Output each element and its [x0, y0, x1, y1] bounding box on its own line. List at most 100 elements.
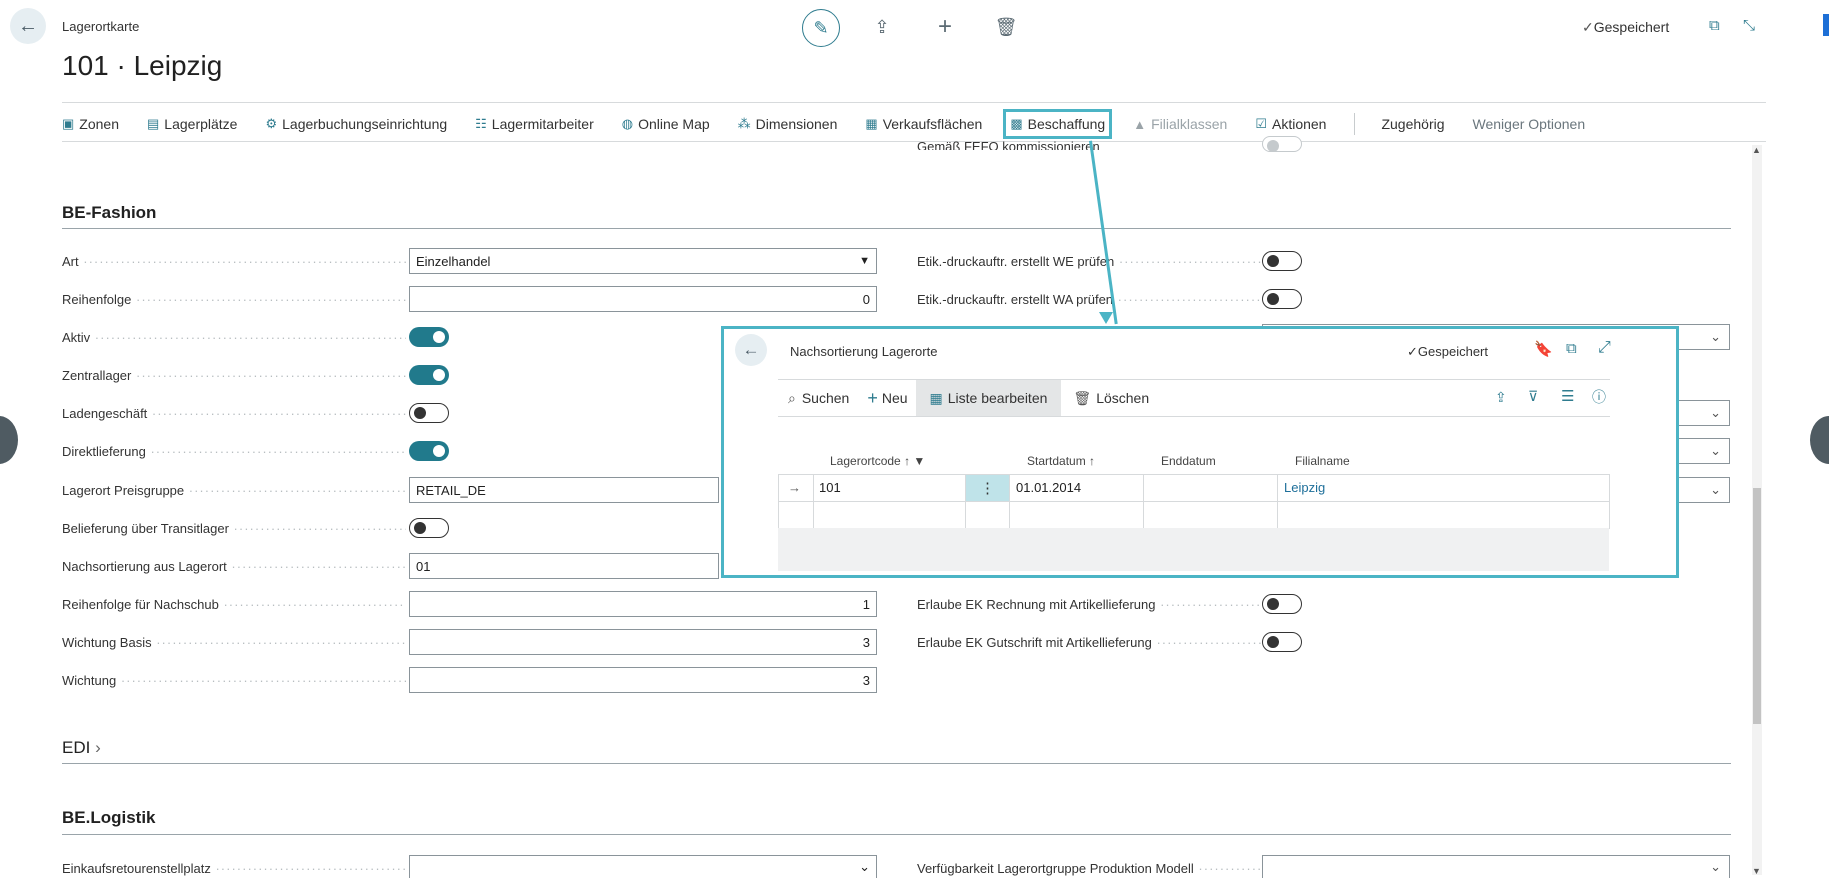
label-wichtung-basis: Wichtung Basis — [62, 635, 406, 650]
sales-area-icon: ▦ — [865, 116, 878, 131]
collapse-button[interactable]: ⤡ — [1743, 17, 1755, 34]
popup-nachsortierung: ← Nachsortierung Lagerorte ✓Gespeichert … — [721, 326, 1679, 578]
open-new-window-button[interactable]: ⧉ — [1709, 17, 1720, 34]
action-lagermitarbeiter[interactable]: ☷ Lagermitarbeiter — [475, 116, 594, 132]
info-icon: ⓘ — [1592, 389, 1606, 405]
direktlieferung-toggle[interactable] — [409, 441, 449, 461]
dimensions-icon: ⁂ — [737, 116, 751, 131]
arrow-left-icon: ← — [742, 340, 760, 359]
ek-gutschrift-toggle[interactable] — [1262, 632, 1302, 652]
column-header-code[interactable]: Lagerortcode ↑ ▼ — [830, 454, 925, 468]
etik-wa-toggle[interactable] — [1262, 289, 1302, 309]
info-button[interactable]: ⓘ — [1592, 387, 1606, 407]
filter-button[interactable]: ⊽ — [1528, 388, 1538, 405]
scrollbar-thumb[interactable] — [1753, 488, 1761, 724]
trash-icon: 🗑 — [994, 16, 1018, 37]
action-weniger-optionen[interactable]: Weniger Optionen — [1473, 116, 1586, 132]
search-button[interactable]: ⌕ Suchen — [778, 390, 859, 407]
edit-list-icon: ▦ — [929, 389, 943, 406]
preisgruppe-input[interactable]: RETAIL_DE — [409, 477, 719, 503]
row-selector-icon[interactable]: → — [788, 480, 801, 495]
row-name-link[interactable]: Leipzig — [1284, 480, 1325, 495]
action-online-map[interactable]: ◍ Online Map — [622, 116, 710, 132]
popup-delete-button[interactable]: 🗑 Löschen — [1061, 390, 1161, 407]
label-zentrallager: Zentrallager — [62, 368, 406, 383]
saved-status: ✓Gespeichert — [1582, 19, 1670, 35]
einkaufsretoure-select[interactable]: ⌄ — [409, 855, 877, 878]
edit-button[interactable]: ✎ — [802, 9, 840, 47]
grid-col-divider — [813, 474, 814, 528]
filter-icon: ⊽ — [1528, 388, 1539, 404]
back-button[interactable]: ← — [10, 8, 46, 44]
edit-list-button[interactable]: ▦ Liste bearbeiten — [915, 380, 1062, 416]
page-title: 101 · Leipzig — [62, 50, 223, 81]
nachsortierung-input[interactable]: 01 — [409, 553, 719, 579]
action-zugehoerig[interactable]: Zugehörig — [1381, 116, 1444, 132]
aktiv-toggle[interactable] — [409, 327, 449, 347]
verfuegbarkeit-select[interactable]: ⌄ — [1262, 855, 1730, 878]
label-einkaufsretoure: Einkaufsretourenstellplatz — [62, 861, 406, 876]
employee-icon: ☷ — [475, 116, 487, 131]
action-bar: ▣ Zonen ▤ Lagerplätze ⚙ Lagerbuchungseinric… — [62, 109, 1613, 139]
check-icon: ✓ — [1582, 19, 1594, 35]
section-be-fashion[interactable]: BE-Fashion — [62, 203, 156, 223]
top-cut-label: Gemäß FEFO kommissionieren — [917, 139, 1100, 150]
expand-button[interactable]: ⤢ — [1598, 339, 1611, 357]
action-verkaufsflaechen[interactable]: ▦ Verkaufsflächen — [865, 116, 982, 132]
fefo-toggle[interactable] — [1262, 136, 1302, 152]
label-ek-rechnung: Erlaube EK Rechnung mit Artikellieferung — [917, 597, 1262, 612]
section-edi[interactable]: EDI › — [62, 738, 101, 758]
bookmark-button[interactable]: 🔖 — [1534, 340, 1553, 358]
zentrallager-toggle[interactable] — [409, 365, 449, 385]
scroll-up-icon[interactable]: ▲ — [1752, 145, 1761, 155]
etik-we-toggle[interactable] — [1262, 251, 1302, 271]
wichtung-basis-input[interactable]: 3 — [409, 629, 877, 655]
plus-icon: + — [867, 387, 878, 408]
column-header-end[interactable]: Enddatum — [1161, 454, 1216, 468]
zones-icon: ▣ — [62, 116, 75, 131]
delete-button[interactable]: 🗑 — [988, 9, 1024, 45]
section-be-logistik[interactable]: BE.Logistik — [62, 808, 156, 828]
arrow-left-icon: ← — [18, 14, 38, 37]
popup-back-button[interactable]: ← — [735, 334, 767, 366]
art-select[interactable]: Einzelhandel ▼ — [409, 248, 877, 274]
next-record-button[interactable] — [1810, 416, 1829, 464]
share-icon: ⇪ — [874, 16, 890, 37]
grid-row-divider — [778, 501, 1609, 502]
label-verfuegbarkeit: Verfügbarkeit Lagerortgruppe Produktion … — [917, 861, 1262, 876]
ek-rechnung-toggle[interactable] — [1262, 594, 1302, 614]
row-code[interactable]: 101 — [819, 480, 841, 495]
popup-open-window-button[interactable]: ⧉ — [1566, 340, 1577, 357]
column-header-start[interactable]: Startdatum ↑ — [1027, 454, 1095, 468]
action-aktionen[interactable]: ☑ Aktionen — [1255, 116, 1326, 132]
column-header-name[interactable]: Filialname — [1295, 454, 1350, 468]
grid-col-divider — [1143, 474, 1144, 528]
action-zonen[interactable]: ▣ Zonen — [62, 116, 119, 132]
wichtung-input[interactable]: 3 — [409, 667, 877, 693]
action-dimensionen[interactable]: ⁂ Dimensionen — [738, 116, 838, 132]
popup-new-button[interactable]: + Neu — [859, 388, 915, 409]
more-vertical-icon: ⋮ — [980, 480, 995, 497]
chevron-down-icon: ⌄ — [1710, 405, 1721, 420]
share-button[interactable]: ⇪ — [864, 9, 900, 45]
breadcrumb: Lagerortkarte — [62, 19, 140, 34]
action-beschaffung[interactable]: ▩ Beschaffung — [1003, 109, 1113, 139]
list-view-button[interactable]: ☰ — [1561, 387, 1574, 405]
ladengeschaeft-toggle[interactable] — [409, 403, 449, 423]
transitlager-toggle[interactable] — [409, 518, 449, 538]
action-filialklassen[interactable]: ▲ Filialklassen — [1133, 116, 1227, 132]
action-lagerbuchungseinrichtung[interactable]: ⚙ Lagerbuchungseinrichtung — [265, 116, 447, 132]
open-window-icon: ⧉ — [1566, 340, 1577, 357]
row-actions-button[interactable]: ⋮ — [966, 475, 1009, 501]
plus-icon: + — [937, 13, 952, 40]
popup-toolbar: ⌕ Suchen + Neu ▦ Liste bearbeiten 🗑 Löschen — [778, 380, 1610, 416]
popup-share-button[interactable]: ⇪ — [1495, 389, 1507, 406]
action-lagerplaetze[interactable]: ▤ Lagerplätze — [147, 116, 237, 132]
new-button[interactable]: + — [927, 9, 963, 45]
chevron-down-icon: ▼ — [859, 255, 870, 267]
prev-record-button[interactable] — [0, 416, 18, 464]
scroll-down-icon[interactable]: ▼ — [1752, 866, 1761, 876]
reihenfolge-input[interactable]: 0 — [409, 286, 877, 312]
reihenfolge-nachschub-input[interactable]: 1 — [409, 591, 877, 617]
row-start[interactable]: 01.01.2014 — [1016, 480, 1081, 495]
